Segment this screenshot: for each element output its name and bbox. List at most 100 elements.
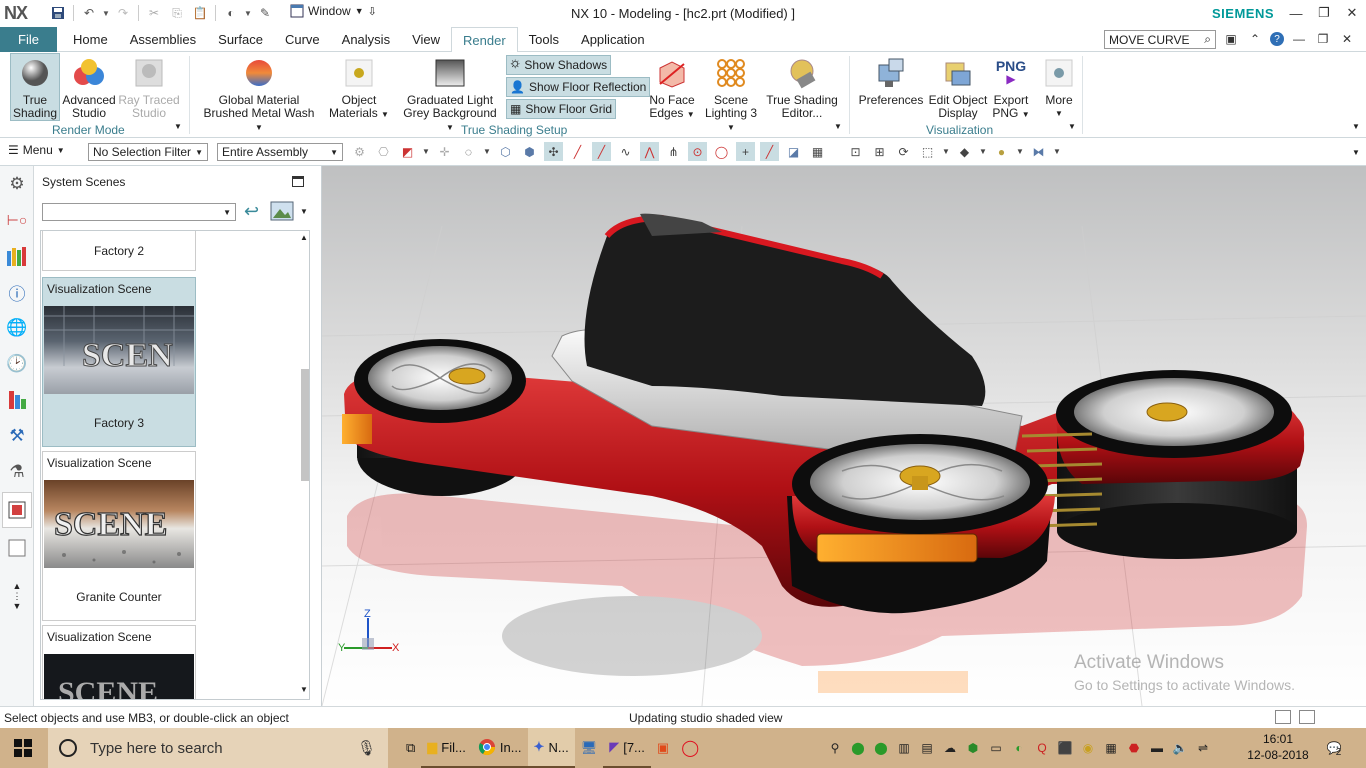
point-on-curve-icon[interactable]: ╱ [760,142,779,161]
process-studio-icon[interactable] [0,382,34,418]
edit-object-display-button[interactable]: Edit Object Display [926,54,990,120]
scene-card-4[interactable]: Visualization Scene SCENE [42,625,196,699]
mid-point-icon[interactable]: ╱ [592,142,611,161]
part-navigator-icon[interactable]: ⊢○ [0,202,34,238]
tray-app-icon[interactable]: ▥ [895,739,913,757]
render-mode-expand-icon[interactable]: ▼ [174,122,182,131]
tab-view[interactable]: View [401,27,451,52]
tab-surface[interactable]: Surface [207,27,274,52]
web-browser-icon[interactable]: 🌐 [0,310,34,346]
control-point-icon[interactable]: ⋀ [640,142,659,161]
chevron-down-icon[interactable]: ▼ [300,207,308,216]
global-material-button[interactable]: Global Material Brushed Metal Wash ▼ [200,54,318,134]
render-style-icon[interactable]: ◆ [955,142,974,161]
render-style-icon[interactable]: ◐ [221,4,241,22]
show-shadows-toggle[interactable]: 🌣 Show Shadows [506,55,612,75]
quadrant-point-icon[interactable]: ◯ [712,142,731,161]
scroll-up-icon[interactable]: ▲ [300,233,308,242]
disc-icon[interactable]: ◉ [1079,739,1097,757]
chevron-down-icon[interactable]: ▼ [942,142,950,161]
taskbar-app-opera[interactable]: ◯ [675,728,705,768]
type-filter-icon[interactable]: ⎔ [374,142,393,161]
true-shading-editor-button[interactable]: True Shading Editor... [766,54,838,120]
true-shading-button[interactable]: True Shading [10,53,60,121]
system-materials-icon[interactable]: ⚗ [0,454,34,490]
close-button[interactable]: ✕ [1338,0,1366,26]
tray-app-icon[interactable]: ⬢ [964,739,982,757]
apply-scene-icon[interactable]: ↩ [244,201,259,222]
true-shading-setup-expand-icon[interactable]: ▼ [834,122,842,131]
bounded-grid-icon[interactable]: ▦ [808,142,827,161]
curve-point-icon[interactable]: ∿ [616,142,635,161]
edit-section-icon[interactable]: ● [992,142,1011,161]
taskbar-app-visual-studio[interactable]: ◤ [7... [603,728,651,768]
taskbar-app-file-explorer[interactable]: ▆ Fil... [421,728,472,768]
select-feature-icon[interactable]: ⬢ [520,142,539,161]
taskbar-app-desktop[interactable]: 🖥 [575,728,604,768]
tab-home[interactable]: Home [62,27,119,52]
select-body-icon[interactable]: ⬡ [496,142,515,161]
tray-app-icon[interactable]: ▬ [1148,739,1166,757]
scroll-down-icon[interactable]: ▼ [300,685,308,694]
minimize-button[interactable]: — [1282,0,1310,26]
search-icon[interactable]: ⌕ [1204,32,1211,47]
scene-card-factory-2[interactable]: Factory 2 [42,231,196,271]
visualization-expand-icon[interactable]: ▼ [1068,122,1076,131]
chevron-down-icon[interactable]: ▼ [1053,142,1061,161]
taskbar-app-nx[interactable]: ✦ N... [527,728,575,768]
fullscreen-icon[interactable] [1275,710,1291,724]
select-region-icon[interactable]: ◩ [398,142,417,161]
close-part-button[interactable]: ✕ [1338,30,1356,48]
ray-traced-studio-button[interactable]: Ray Traced Studio [118,54,180,120]
thumbnail-view-icon[interactable] [270,201,294,221]
tray-app-icon[interactable]: ▤ [918,739,936,757]
chevron-down-icon[interactable]: ▼ [483,142,491,161]
ribbon-options-icon[interactable]: ▼ [1352,122,1360,131]
tab-tools[interactable]: Tools [518,27,570,52]
taskbar-app-chrome[interactable]: In... [471,728,528,768]
people-icon[interactable]: ⚲ [826,739,844,757]
command-search-input[interactable]: MOVE CURVE ⌕ [1104,30,1216,49]
maximize-panel-icon[interactable] [292,176,304,187]
fit-view-icon[interactable]: ⊡ [846,142,865,161]
tab-assemblies[interactable]: Assemblies [119,27,207,52]
undo-dropdown-icon[interactable]: ▼ [102,4,110,22]
task-view-button[interactable]: ⧉ [400,728,421,768]
show-floor-reflection-toggle[interactable]: 👤 Show Floor Reflection [506,77,651,97]
export-png-button[interactable]: PNG ▶ Export PNG ▼ [990,54,1032,121]
reuse-library-icon[interactable] [0,238,34,274]
save-icon[interactable] [48,4,68,22]
chevron-down-icon[interactable]: ▼ [422,142,430,161]
tab-curve[interactable]: Curve [274,27,331,52]
tab-file[interactable]: File [0,27,57,52]
notifications-button[interactable]: 💬 2 [1322,738,1346,758]
taskbar-clock[interactable]: 16:01 12-08-2018 [1246,731,1310,763]
tray-app-icon[interactable]: ⬤ [872,739,890,757]
chevron-down-icon[interactable]: ▼ [1016,142,1024,161]
object-materials-button[interactable]: Object Materials ▼ [328,54,390,121]
scene-card-granite-counter[interactable]: Visualization Scene SCENE Granite Counte… [42,451,196,621]
tray-app-icon[interactable]: ▦ [1102,739,1120,757]
snap-icon[interactable]: ✛ [435,142,454,161]
view-triad[interactable]: Z Y X [338,608,402,662]
scrollbar-thumb[interactable] [301,369,309,481]
graphics-viewport[interactable]: Z Y X Activate Windows Go to Settings to… [322,166,1366,706]
help-icon[interactable]: ? [1270,32,1284,46]
point-on-face-icon[interactable]: ◪ [784,142,803,161]
security-icon[interactable]: ⬣ [1125,739,1143,757]
window-layout-icon[interactable]: ▣ [1222,30,1240,48]
advanced-studio-button[interactable]: Advanced Studio [62,54,116,120]
taskbar-search-box[interactable]: Type here to search 🎙 [48,728,388,768]
scroll-arrows-icon[interactable]: ▲ ⋮ ▼ [0,566,34,626]
scene-list-scrollbar[interactable]: ▲ ▼ [299,231,309,699]
collapse-ribbon-icon[interactable]: ⌃ [1246,30,1264,48]
chevron-down-icon[interactable]: ▼ [979,142,987,161]
volume-icon[interactable]: 🔈 [1171,739,1189,757]
rotate-icon[interactable]: ⟳ [894,142,913,161]
gear-icon[interactable]: ⚙ [0,166,34,202]
paste-icon[interactable]: 📋 [190,4,210,22]
customize-icon[interactable]: ⇩ [368,5,377,18]
taskbar-app-6[interactable]: ▣ [651,728,675,768]
show-hide-icon[interactable]: ⧓ [1029,142,1048,161]
blank-page-icon[interactable] [0,530,34,566]
